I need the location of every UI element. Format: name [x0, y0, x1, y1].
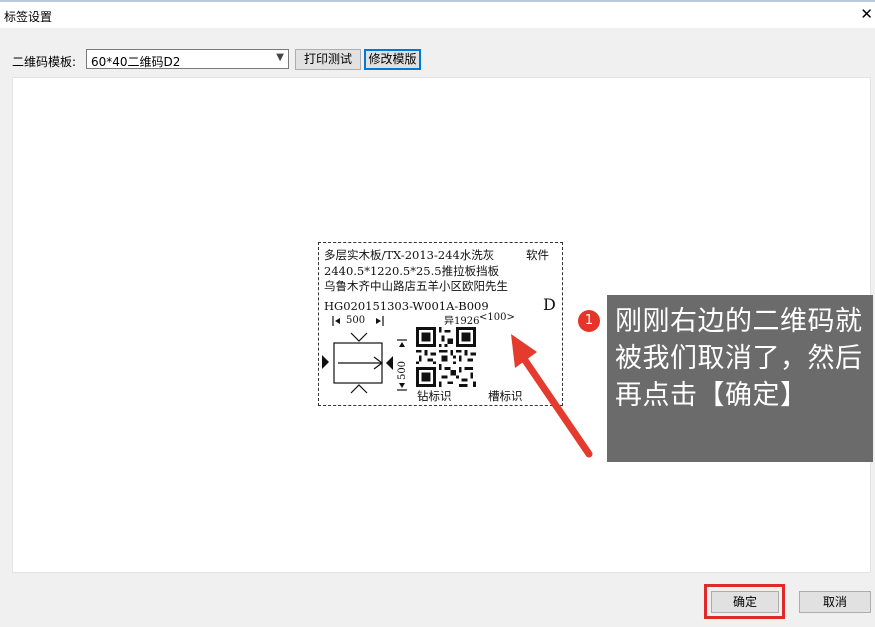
template-select-value: 60*40二维码D2	[91, 55, 181, 69]
step-badge: 1	[578, 310, 600, 332]
qty-value: <100>	[479, 312, 515, 323]
dialog-titlebar: 标签设置 ✕	[0, 2, 875, 28]
ok-highlight-box	[704, 584, 785, 619]
label-code: HG020151303-W001A-B009	[324, 299, 489, 313]
close-icon[interactable]: ✕	[860, 5, 873, 23]
label-line-1-tail: 软件	[526, 248, 549, 262]
instruction-callout: 刚刚右边的二维码就被我们取消了，然后再点击【确定】	[607, 295, 873, 462]
dim-side-value: 500	[397, 360, 409, 381]
shape-code: 异1926	[444, 316, 480, 327]
label-line-1: 多层实木板/TX-2013-244水洗灰	[324, 248, 495, 262]
template-label: 二维码模板:	[12, 55, 77, 69]
drill-label: 钻标识	[417, 389, 452, 403]
qr-code-graphic	[416, 327, 476, 387]
qr-code	[416, 327, 476, 387]
annotation-arrow	[511, 334, 593, 458]
dim-top-value: 500	[346, 315, 366, 326]
cancel-button[interactable]: 取消	[799, 591, 871, 613]
label-side-letter: D	[543, 295, 556, 314]
edit-template-button[interactable]: 修改模版	[364, 49, 421, 70]
panel-diagram	[322, 332, 393, 394]
dialog-title: 标签设置	[4, 10, 53, 24]
label-line-3: 乌鲁木齐中山路店五羊小区欧阳先生	[324, 279, 508, 293]
template-select[interactable]: 60*40二维码D2 ▼	[86, 49, 289, 69]
chevron-down-icon[interactable]: ▼	[276, 52, 284, 63]
print-test-button[interactable]: 打印测试	[295, 49, 361, 70]
label-line-2: 2440.5*1220.5*25.5推拉板挡板	[324, 264, 500, 278]
